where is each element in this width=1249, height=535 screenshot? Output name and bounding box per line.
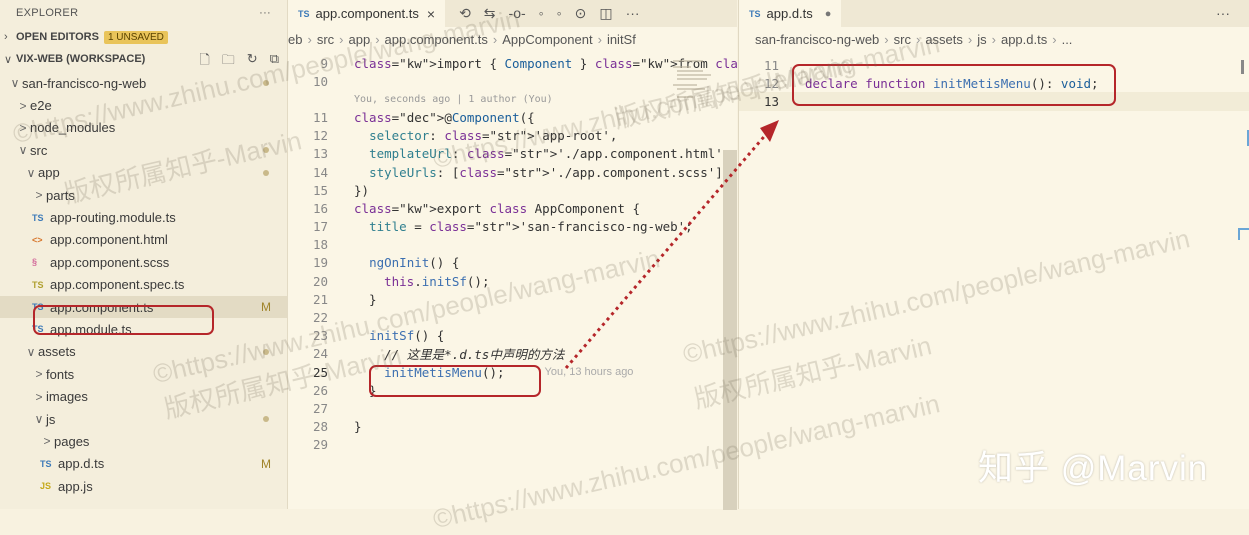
annotation-arrow xyxy=(564,120,779,369)
brand-watermark: 知乎 @Marvin xyxy=(978,449,1209,488)
